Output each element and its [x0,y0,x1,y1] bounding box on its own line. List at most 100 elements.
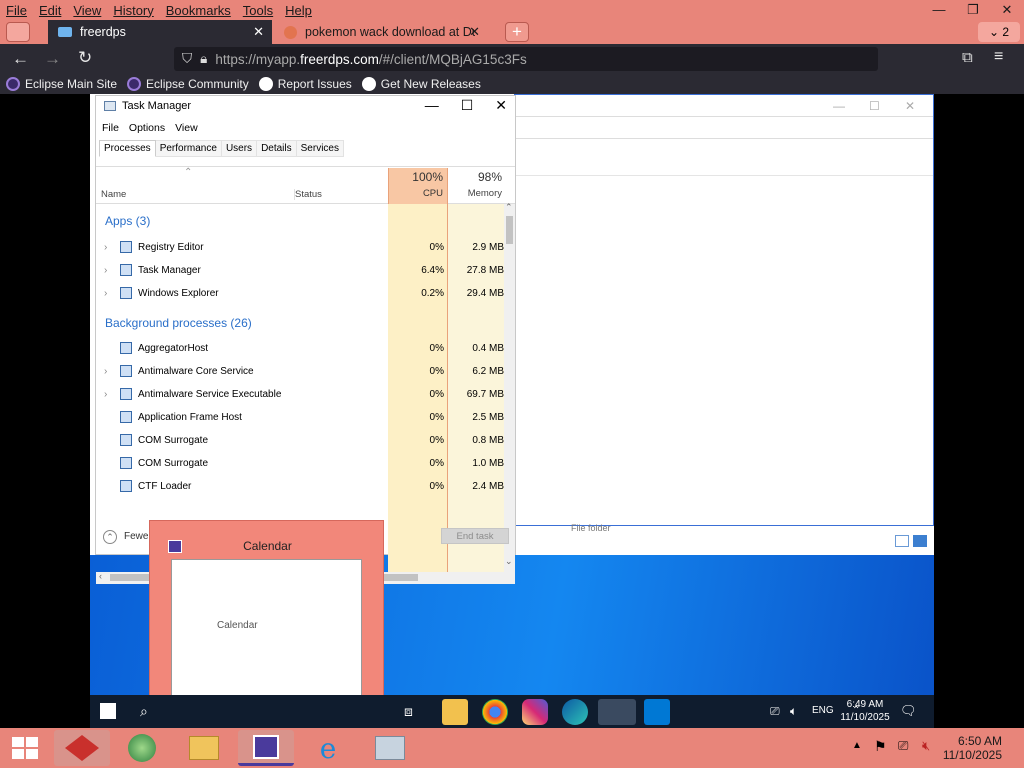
address-bar[interactable]: ⛉ 🔒︎ https://myapp.freerdps.com/#/client… [174,47,878,71]
process-row[interactable]: COM Surrogate 0% 0.8 MB [96,429,506,451]
tab-processes[interactable]: Processes [99,140,156,157]
menu-help[interactable]: Help [285,3,312,18]
taskbar-app-ie[interactable]: e [300,730,356,766]
minimize-icon[interactable]: — [922,0,956,20]
menu-view[interactable]: View [73,3,101,18]
notifications-icon[interactable]: 🗨︎ [900,703,917,719]
shield-icon[interactable]: ⛉ [182,51,192,67]
fewer-details-link[interactable]: Fewer [124,531,152,542]
close-icon[interactable]: ✕ [495,97,507,114]
scroll-up-icon[interactable]: ⌃ [505,202,513,213]
tab-close-icon[interactable]: ✕ [469,24,480,40]
tab-list-button[interactable]: ⌄ 2 [978,22,1020,42]
host-clock[interactable]: 6:50 AM 11/10/2025 [943,734,1002,762]
remote-clock[interactable]: 6:49 AM 11/10/2025 [838,698,892,724]
taskbar-app-explorer[interactable] [176,730,232,766]
tab-close-icon[interactable]: ✕ [253,24,264,40]
column-name[interactable]: Name [101,189,126,200]
scroll-left-icon[interactable]: ‹ [99,571,102,581]
tab-details[interactable]: Details [257,140,297,157]
tm-menu-options[interactable]: Options [129,122,165,134]
app-icon[interactable] [644,699,670,725]
task-manager-window[interactable]: Task Manager — ☐ ✕ File Options View Pro… [95,95,516,584]
back-icon[interactable]: ← [12,49,29,69]
process-row[interactable]: › Antimalware Service Executable 0% 69.7 MB [96,383,506,405]
column-status[interactable]: Status [294,189,322,200]
windows-start-icon[interactable] [12,737,38,759]
background-explorer-window[interactable]: — ☐ ✕ File folder [514,94,934,547]
restore-icon[interactable]: ❐ [956,0,990,20]
process-row[interactable]: AggregatorHost 0% 0.4 MB [96,337,506,359]
process-row[interactable]: › Windows Explorer 0.2% 29.4 MB [96,282,506,304]
process-row[interactable]: › Registry Editor 0% 2.9 MB [96,236,506,258]
forward-icon[interactable]: → [44,49,61,69]
bookmark-get-new-releases[interactable]: Get New Releases [361,77,481,91]
edge-icon[interactable] [562,699,588,725]
maximize-icon[interactable]: ☐ [461,97,474,114]
end-task-button[interactable]: End task [441,528,509,544]
hamburger-menu-icon[interactable]: ≡ [994,48,1003,66]
taskbar-app-calendar[interactable] [238,730,294,766]
taskbar-app-remote[interactable] [362,730,418,766]
large-icons-view-icon[interactable] [913,535,927,547]
tm-menu-view[interactable]: View [175,122,198,134]
lock-icon[interactable]: 🔒︎ [200,51,207,67]
menu-history[interactable]: History [113,3,153,18]
taskbar-app-internet[interactable] [114,730,170,766]
tab-services[interactable]: Services [296,140,344,157]
bookmark-report-issues[interactable]: Report Issues [258,77,352,91]
process-row[interactable]: COM Surrogate 0% 1.0 MB [96,452,506,474]
volume-muted-icon[interactable]: 🔇︎ [922,738,930,754]
menu-bookmarks[interactable]: Bookmarks [166,3,231,18]
new-tab-icon[interactable]: + [505,22,529,42]
chrome-icon[interactable] [482,699,508,725]
network-icon[interactable]: ⎚ [898,738,908,754]
reload-icon[interactable]: ↻ [78,48,92,68]
tab-pokemon[interactable]: pokemon wack download at Du ✕ [274,20,488,44]
expand-chevron-icon[interactable]: › [104,366,107,377]
expand-chevron-icon[interactable]: › [104,288,107,299]
expand-chevron-icon[interactable]: › [104,265,107,276]
preview-thumbnail[interactable]: Calendar [171,559,362,703]
menu-file[interactable]: File [6,3,27,18]
scroll-down-icon[interactable]: ⌄ [505,556,513,567]
menu-tools[interactable]: Tools [243,3,273,18]
tray-overflow-icon[interactable]: ▲ [852,740,862,751]
scroll-thumb[interactable] [506,216,513,244]
process-row[interactable]: CTF Loader 0% 2.4 MB [96,475,506,497]
expand-chevron-icon[interactable]: › [104,389,107,400]
expand-chevron-icon[interactable]: › [104,242,107,253]
vertical-scrollbar[interactable]: ⌃ ⌄ [504,202,515,572]
network-icon[interactable]: ⎚ [770,704,780,719]
tab-users[interactable]: Users [221,140,258,157]
minimize-icon[interactable]: — [833,99,845,113]
process-row[interactable]: Application Frame Host 0% 2.5 MB [96,406,506,428]
column-cpu[interactable]: 100% CPU [388,168,448,204]
flag-icon[interactable]: ⚑ [874,738,887,755]
windows-start-icon[interactable] [100,703,116,719]
task-view-icon[interactable]: ⧈ [404,703,413,720]
instagram-icon[interactable] [522,699,548,725]
details-view-icon[interactable] [895,535,909,547]
close-icon[interactable]: ✕ [990,0,1024,20]
tab-freerdps[interactable]: freerdps ✕ [48,20,272,44]
process-row[interactable]: › Task Manager 6.4% 27.8 MB [96,259,506,281]
file-explorer-icon[interactable] [442,699,468,725]
extensions-icon[interactable]: ⧉ [962,49,973,66]
close-icon[interactable]: ✕ [905,99,915,113]
tab-performance[interactable]: Performance [155,140,222,157]
process-row[interactable]: › Antimalware Core Service 0% 6.2 MB [96,360,506,382]
maximize-icon[interactable]: ☐ [869,99,880,113]
search-icon[interactable]: ⌕ [140,703,148,720]
firefox-view-icon[interactable] [6,22,30,42]
fewer-details-icon[interactable]: ⌃ [103,530,117,544]
tm-menu-file[interactable]: File [102,122,119,134]
calendar-preview[interactable]: Calendar Calendar [149,520,384,720]
bookmark-eclipse-main[interactable]: Eclipse Main Site [6,77,117,91]
menu-edit[interactable]: Edit [39,3,61,18]
task-manager-taskbar-icon[interactable] [598,699,636,725]
volume-icon[interactable]: 🔈︎ [790,704,797,719]
language-indicator[interactable]: ENG [812,705,834,716]
minimize-icon[interactable]: — [425,97,439,114]
column-memory[interactable]: 98% Memory [448,168,504,204]
